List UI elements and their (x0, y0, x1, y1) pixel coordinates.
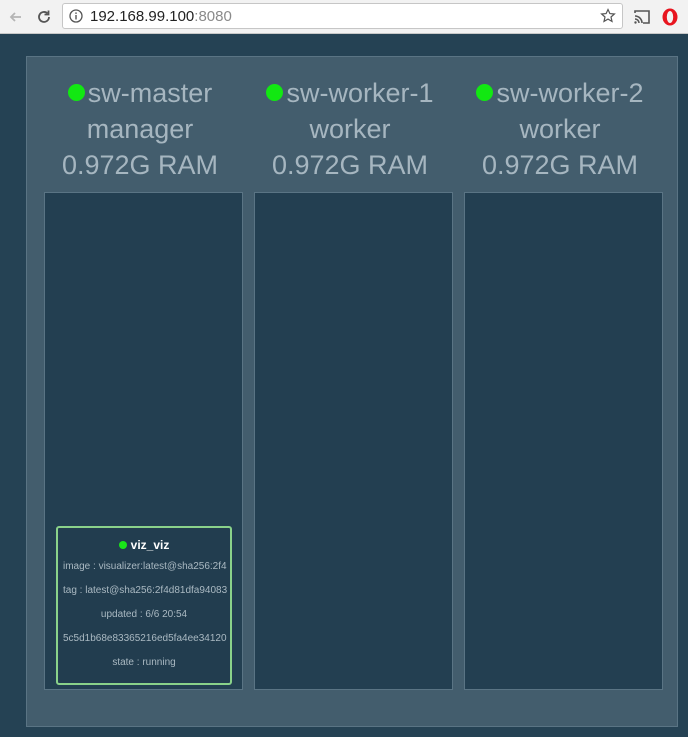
back-arrow-icon[interactable] (4, 5, 28, 29)
opera-icon[interactable] (660, 7, 680, 27)
node-role: worker (519, 114, 601, 144)
node-role: worker (309, 114, 391, 144)
node-column-sw-worker-1 (254, 192, 453, 690)
task-name: viz_viz (130, 538, 170, 552)
bookmark-star-icon[interactable] (600, 8, 616, 24)
node-role: manager (86, 114, 194, 144)
reload-icon[interactable] (32, 5, 56, 29)
task-id: 5c5d1b68e83365216ed5fa4ee34120 (63, 633, 227, 644)
node-status-dot (476, 84, 494, 101)
node-name: sw-worker-2 (496, 78, 644, 108)
node-column-sw-worker-2 (464, 192, 663, 690)
swarm-panel: sw-master manager 0.972G RAM viz_viz ima… (26, 56, 678, 727)
task-tag: tag : latest@sha256:2f4d81dfa94083 (63, 585, 228, 596)
cast-icon[interactable] (632, 7, 652, 27)
url-host: 192.168.99.100 (90, 8, 195, 25)
node-status-dot (266, 84, 284, 101)
node-header-sw-worker-1: sw-worker-1 worker 0.972G RAM (245, 75, 455, 183)
task-updated: updated : 6/6 20:54 (100, 609, 188, 620)
node-header-sw-master: sw-master manager 0.972G RAM (35, 75, 245, 183)
browser-toolbar: 192.168.99.100:8080 (0, 0, 688, 34)
node-ram: 0.972G RAM (61, 150, 219, 180)
node-name: sw-master (87, 78, 213, 108)
task-card-viz-viz[interactable]: viz_viz image : visualizer:latest@sha256… (56, 526, 232, 685)
node-status-dot (67, 84, 85, 101)
node-header-sw-worker-2: sw-worker-2 worker 0.972G RAM (455, 75, 665, 183)
node-column-sw-master: viz_viz image : visualizer:latest@sha256… (44, 192, 243, 690)
address-bar[interactable]: 192.168.99.100:8080 (62, 3, 623, 29)
url-text: 192.168.99.100:8080 (90, 8, 232, 25)
task-image: image : visualizer:latest@sha256:2f4 (63, 561, 227, 572)
task-state: state : running (112, 657, 176, 668)
url-port: :8080 (194, 8, 232, 25)
node-name: sw-worker-1 (286, 78, 434, 108)
node-ram: 0.972G RAM (271, 150, 429, 180)
node-ram: 0.972G RAM (481, 150, 639, 180)
task-status-dot (118, 541, 127, 549)
info-icon[interactable] (69, 9, 83, 23)
